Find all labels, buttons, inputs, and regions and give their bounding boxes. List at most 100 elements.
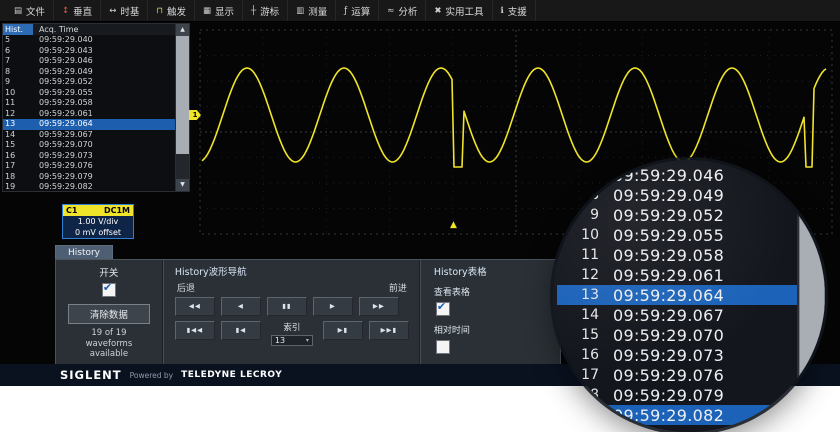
utility-icon: ✖: [434, 6, 441, 16]
math-icon: ƒ: [344, 6, 347, 16]
history-row[interactable]: 809:59:29.049: [3, 67, 175, 78]
menu-item-vertical[interactable]: ↕垂直: [54, 0, 101, 21]
menu-item-cursors[interactable]: ┼游标: [243, 0, 288, 21]
trigger-icon: ⊓: [156, 6, 163, 16]
nav-buttons-row1: ◀◀◀▮▮▶▶▶: [175, 297, 409, 316]
history-row[interactable]: 509:59:29.040: [3, 35, 175, 46]
history-row-time: 09:59:29.070: [33, 140, 175, 151]
magnified-row-index: 10: [557, 227, 599, 243]
analysis-icon: ≈: [387, 6, 394, 16]
menu-item-file[interactable]: ▤文件: [6, 0, 54, 21]
history-row-index: 5: [3, 35, 33, 46]
step-forward-button[interactable]: ▶▮: [323, 321, 363, 340]
magnified-row-index: 8: [557, 187, 599, 203]
magnified-history-row: 1309:59:29.064: [557, 285, 797, 305]
clear-data-button[interactable]: 清除数据: [68, 304, 150, 324]
history-row[interactable]: 1809:59:29.079: [3, 172, 175, 183]
display-icon: ▦: [203, 6, 211, 16]
menu-item-support[interactable]: ℹ支援: [493, 0, 536, 21]
history-row[interactable]: 1709:59:29.076: [3, 161, 175, 172]
magnified-history-table: 709:59:29.046809:59:29.049909:59:29.0521…: [557, 165, 797, 425]
magnified-history-row: 1709:59:29.076: [557, 365, 797, 385]
relative-time-label: 相对时间: [434, 323, 552, 336]
menu-item-measure[interactable]: ▥测量: [288, 0, 336, 21]
index-value-box[interactable]: 13▾: [271, 335, 313, 346]
vertical-icon: ↕: [62, 6, 69, 16]
history-index-header: Hist.: [3, 24, 33, 35]
step-backward-button[interactable]: ▮◀: [221, 321, 261, 340]
channel1-coupling: DC1M: [104, 206, 130, 215]
history-row[interactable]: 1609:59:29.073: [3, 151, 175, 162]
menu-item-trigger[interactable]: ⊓触发: [148, 0, 195, 21]
magnified-history-row: 1609:59:29.073: [557, 345, 797, 365]
magnified-row-index: 16: [557, 347, 599, 363]
magnified-row-time: 09:59:29.049: [613, 186, 724, 205]
history-row-time: 09:59:29.043: [33, 46, 175, 57]
history-row[interactable]: 909:59:29.052: [3, 77, 175, 88]
play-backward-button[interactable]: ◀: [221, 297, 261, 316]
channel1-vdiv: 1.00 V/div: [63, 216, 133, 227]
switch-label: 开关: [99, 265, 118, 279]
check-icon: ✔: [437, 301, 446, 313]
skip-to-last-button[interactable]: ▶▶▮: [369, 321, 409, 340]
waveform-count-status: 19 of 19waveformsavailable: [86, 328, 133, 360]
history-row[interactable]: 609:59:29.043: [3, 46, 175, 57]
index-spinner[interactable]: 索引 13▾: [267, 321, 317, 346]
menu-item-label: 支援: [508, 4, 527, 18]
history-scrollbar[interactable]: ▲ ▼: [175, 24, 189, 191]
history-row[interactable]: 1909:59:29.082: [3, 182, 175, 191]
history-row[interactable]: 709:59:29.046: [3, 56, 175, 67]
view-table-checkbox[interactable]: ✔: [436, 302, 450, 316]
history-row-time: 09:59:29.073: [33, 151, 175, 162]
menu-bar: ▤文件↕垂直 ↔ 时基 ⊓触发▦显示┼游标▥测量ƒ运算 ≈ 分析 ✖ 实用工具 ℹ支援: [0, 0, 840, 22]
magnified-history-row: 1509:59:29.070: [557, 325, 797, 345]
back-label: 后退: [177, 281, 195, 294]
history-row-index: 9: [3, 77, 33, 88]
magnified-history-row: 1109:59:29.058: [557, 245, 797, 265]
timebase-icon: ↔: [109, 6, 116, 16]
channel1-offset: 0 mV offset: [63, 227, 133, 238]
menu-item-display[interactable]: ▦显示: [195, 0, 243, 21]
menu-item-analysis[interactable]: ≈ 分析: [379, 0, 426, 21]
history-row[interactable]: 1409:59:29.067: [3, 130, 175, 141]
history-row-index: 17: [3, 161, 33, 172]
play-forward-button[interactable]: ▶: [313, 297, 353, 316]
trigger-position-marker[interactable]: ▲: [450, 221, 457, 230]
skip-to-first-button[interactable]: ▮◀◀: [175, 321, 215, 340]
menu-item-label: 分析: [398, 4, 417, 18]
history-row[interactable]: 1109:59:29.058: [3, 98, 175, 109]
pause-button[interactable]: ▮▮: [267, 297, 307, 316]
history-row-time: 09:59:29.064: [33, 119, 175, 130]
status-line: 19 of 19: [86, 328, 133, 339]
history-row[interactable]: 1209:59:29.061: [3, 109, 175, 120]
menu-item-utility[interactable]: ✖ 实用工具: [426, 0, 492, 21]
channel1-badge-header: C1 DC1M: [63, 205, 133, 216]
history-row-index: 10: [3, 88, 33, 99]
table-section-title: History表格: [434, 264, 552, 278]
channel1-badge[interactable]: C1 DC1M 1.00 V/div 0 mV offset: [62, 204, 134, 239]
magnified-row-time: 09:59:29.082: [613, 406, 724, 425]
menu-item-math[interactable]: ƒ运算: [336, 0, 379, 21]
magnified-history-row: 1409:59:29.067: [557, 305, 797, 325]
history-row-index: 11: [3, 98, 33, 109]
magnifier-lens: 709:59:29.046809:59:29.049909:59:29.0521…: [553, 160, 825, 432]
menu-item-timebase[interactable]: ↔ 时基: [101, 0, 148, 21]
history-row[interactable]: 1309:59:29.064: [3, 119, 175, 130]
menu-item-label: 实用工具: [446, 4, 484, 18]
index-label: 索引: [283, 321, 300, 333]
history-row-time: 09:59:29.055: [33, 88, 175, 99]
history-row-time: 09:59:29.082: [33, 182, 175, 191]
history-switch-checkbox[interactable]: ✔: [102, 283, 116, 297]
magnified-history-row: 709:59:29.046: [557, 165, 797, 185]
history-dialog-tab[interactable]: History: [55, 245, 113, 260]
history-row[interactable]: 1509:59:29.070: [3, 140, 175, 151]
magnified-row-time: 09:59:29.055: [613, 226, 724, 245]
magnified-history-row: 8 09:59:29.049: [557, 185, 797, 205]
fast-backward-button[interactable]: ◀◀: [175, 297, 215, 316]
index-value: 13: [275, 336, 285, 345]
magnified-history-row: 1209:59:29.061: [557, 265, 797, 285]
menu-item-label: 时基: [120, 4, 139, 18]
fast-forward-button[interactable]: ▶▶: [359, 297, 399, 316]
history-row[interactable]: 1009:59:29.055: [3, 88, 175, 99]
relative-time-checkbox[interactable]: [436, 340, 450, 354]
